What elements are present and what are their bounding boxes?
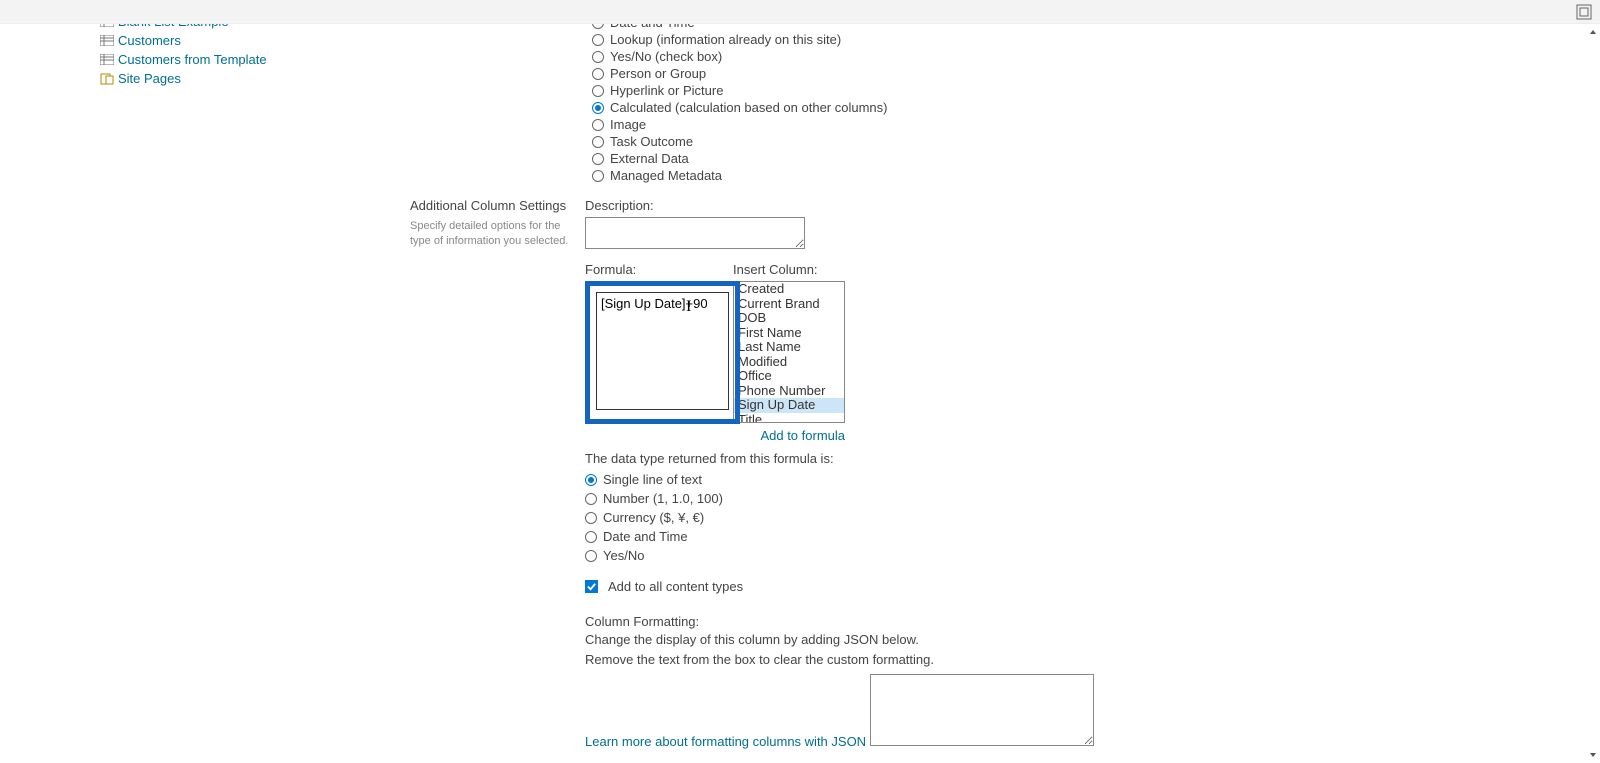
formula-highlight-box: I <box>585 281 740 424</box>
column-type-label: Yes/No (check box) <box>610 49 722 64</box>
column-type-radio-7[interactable] <box>592 119 604 131</box>
insert-column-option[interactable]: Phone Number <box>734 384 844 399</box>
sidebar-link[interactable]: Customers from Template <box>118 52 267 67</box>
description-input[interactable] <box>585 217 805 249</box>
column-type-label: Managed Metadata <box>610 168 722 183</box>
column-type-radio-5[interactable] <box>592 85 604 97</box>
formula-input[interactable] <box>596 292 729 410</box>
column-type-label: Hyperlink or Picture <box>610 83 723 98</box>
column-type-radio-2[interactable] <box>592 34 604 46</box>
insert-column-option[interactable]: Title <box>734 413 844 424</box>
return-type-radio-0[interactable] <box>585 474 597 486</box>
sidebar-link[interactable]: Site Pages <box>118 71 181 86</box>
sidebar-item-2[interactable]: Customers from Template <box>100 50 410 69</box>
scroll-up-button[interactable] <box>1586 24 1600 40</box>
column-type-radio-9[interactable] <box>592 153 604 165</box>
add-to-content-types-checkbox[interactable] <box>585 580 598 593</box>
column-type-radio-10[interactable] <box>592 170 604 182</box>
column-type-label: External Data <box>610 151 689 166</box>
insert-column-label: Insert Column: <box>733 262 845 277</box>
column-type-label: Person or Group <box>610 66 706 81</box>
return-type-radio-3[interactable] <box>585 531 597 543</box>
return-type-radio-4[interactable] <box>585 550 597 562</box>
insert-column-option[interactable]: Last Name <box>734 340 844 355</box>
list-icon <box>100 35 114 47</box>
column-formatting-json-input[interactable] <box>870 674 1094 746</box>
insert-column-option[interactable]: DOB <box>734 311 844 326</box>
insert-column-listbox[interactable]: CreatedCurrent BrandDOBFirst NameLast Na… <box>733 281 845 423</box>
return-type-radio-2[interactable] <box>585 512 597 524</box>
add-to-content-types-label: Add to all content types <box>608 579 743 594</box>
column-formatting-heading: Column Formatting: <box>585 614 1570 629</box>
focus-mode-icon[interactable] <box>1576 4 1592 20</box>
additional-settings-heading: Additional Column Settings <box>410 198 573 213</box>
sidebar-item-1[interactable]: Customers <box>100 31 410 50</box>
return-type-label: Number (1, 1.0, 100) <box>603 491 723 506</box>
learn-more-json-link[interactable]: Learn more about formatting columns with… <box>585 734 866 749</box>
column-type-radio-6[interactable] <box>592 102 604 114</box>
insert-column-option[interactable]: First Name <box>734 326 844 341</box>
column-type-label: Lookup (information already on this site… <box>610 32 841 47</box>
description-label: Description: <box>585 198 1570 213</box>
insert-column-option[interactable]: Sign Up Date <box>734 398 844 413</box>
column-type-label: Calculated (calculation based on other c… <box>610 100 888 115</box>
column-type-radio-4[interactable] <box>592 68 604 80</box>
list-icon <box>100 54 114 66</box>
return-type-label: Yes/No <box>603 548 644 563</box>
insert-column-option[interactable]: Current Brand <box>734 297 844 312</box>
formula-label: Formula: <box>585 262 733 277</box>
column-formatting-desc2: Remove the text from the box to clear th… <box>585 651 1570 669</box>
top-bar <box>0 0 1600 24</box>
sidebar-link[interactable]: Customers <box>118 33 181 48</box>
column-type-radio-3[interactable] <box>592 51 604 63</box>
add-to-formula-link[interactable]: Add to formula <box>585 428 845 443</box>
return-type-label: Single line of text <box>603 472 702 487</box>
scroll-down-button[interactable] <box>1586 747 1600 763</box>
return-type-label: The data type returned from this formula… <box>585 451 1570 466</box>
return-type-label: Currency ($, ¥, €) <box>603 510 704 525</box>
insert-column-option[interactable]: Created <box>734 282 844 297</box>
column-formatting-desc1: Change the display of this column by add… <box>585 631 1570 649</box>
insert-column-option[interactable]: Office <box>734 369 844 384</box>
return-type-label: Date and Time <box>603 529 688 544</box>
return-type-radio-1[interactable] <box>585 493 597 505</box>
column-type-label: Image <box>610 117 646 132</box>
additional-settings-desc: Specify detailed options for the type of… <box>410 219 573 249</box>
sidebar-item-3[interactable]: Site Pages <box>100 69 410 88</box>
insert-column-option[interactable]: Modified <box>734 355 844 370</box>
sidebar-nav: Blank List ExampleCustomersCustomers fro… <box>0 24 410 749</box>
column-type-label: Task Outcome <box>610 134 693 149</box>
page-scrollbar[interactable] <box>1586 24 1600 763</box>
page-icon <box>100 73 114 85</box>
column-type-radio-8[interactable] <box>592 136 604 148</box>
